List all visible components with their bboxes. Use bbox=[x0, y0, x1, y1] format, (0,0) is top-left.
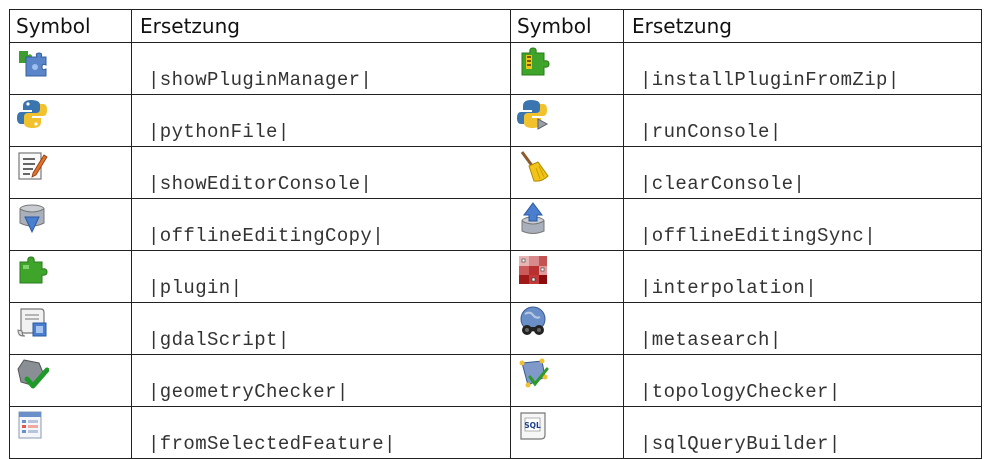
replacement-cell: |installPluginFromZip| bbox=[623, 42, 982, 95]
header-symbol-left: Symbol bbox=[9, 9, 132, 43]
interpolation-icon bbox=[516, 253, 550, 287]
replacement-cell: |metasearch| bbox=[623, 302, 982, 355]
replacement-cell: |pythonFile| bbox=[131, 94, 511, 147]
replacement-cell: |plugin| bbox=[131, 250, 511, 303]
plugin-manager-icon bbox=[15, 45, 49, 79]
install-plugin-zip-icon bbox=[516, 45, 550, 79]
header-row: Symbol Ersetzung Symbol Ersetzung bbox=[9, 9, 982, 43]
replacement-cell: |sqlQueryBuilder| bbox=[623, 406, 982, 459]
table-row: |geometryChecker| |topologyChecker| bbox=[9, 354, 982, 407]
header-symbol-right: Symbol bbox=[510, 9, 624, 43]
replacement-cell: |gdalScript| bbox=[131, 302, 511, 355]
offline-editing-copy-icon bbox=[15, 201, 49, 235]
plugin-icon bbox=[15, 253, 49, 287]
table-row: |plugin| |interpolation| bbox=[9, 250, 982, 303]
symbol-table: Symbol Ersetzung Symbol Ersetzung |showP… bbox=[9, 9, 982, 459]
replacement-cell: |clearConsole| bbox=[623, 146, 982, 199]
replacement-cell: |runConsole| bbox=[623, 94, 982, 147]
topology-checker-icon bbox=[516, 357, 550, 391]
header-replacement-left: Ersetzung bbox=[131, 9, 511, 43]
offline-editing-sync-icon bbox=[516, 201, 550, 235]
replacement-cell: |interpolation| bbox=[623, 250, 982, 303]
gdal-script-icon bbox=[15, 305, 49, 339]
table-row: |gdalScript| |metasearch| bbox=[9, 302, 982, 355]
table-row: |pythonFile| |runConsole| bbox=[9, 94, 982, 147]
run-console-icon bbox=[516, 97, 550, 131]
from-selected-feature-icon bbox=[15, 409, 49, 443]
table-row: |showEditorConsole| |clearConsole| bbox=[9, 146, 982, 199]
sql-query-builder-icon: SQL bbox=[516, 409, 550, 443]
table-row: |showPluginManager| |installPluginFromZi… bbox=[9, 42, 982, 95]
svg-text:SQL: SQL bbox=[524, 421, 541, 430]
replacement-cell: |offlineEditingCopy| bbox=[131, 198, 511, 251]
replacement-cell: |offlineEditingSync| bbox=[623, 198, 982, 251]
broom-icon bbox=[516, 149, 550, 183]
table-row: |offlineEditingCopy| |offlineEditingSync… bbox=[9, 198, 982, 251]
replacement-cell: |topologyChecker| bbox=[623, 354, 982, 407]
table-row: |fromSelectedFeature| SQL |sqlQueryBuild… bbox=[9, 406, 982, 459]
replacement-cell: |fromSelectedFeature| bbox=[131, 406, 511, 459]
python-file-icon bbox=[15, 97, 49, 131]
replacement-cell: |geometryChecker| bbox=[131, 354, 511, 407]
editor-console-icon bbox=[15, 149, 49, 183]
replacement-cell: |showPluginManager| bbox=[131, 42, 511, 95]
geometry-checker-icon bbox=[15, 357, 49, 391]
replacement-cell: |showEditorConsole| bbox=[131, 146, 511, 199]
metasearch-icon bbox=[516, 305, 550, 339]
header-replacement-right: Ersetzung bbox=[623, 9, 982, 43]
